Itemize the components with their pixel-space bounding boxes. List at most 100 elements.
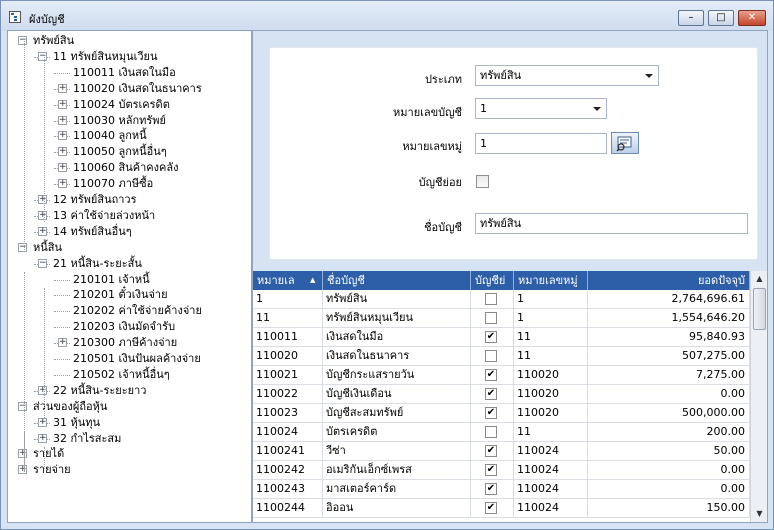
account-tree[interactable]: − ทรัพย์สิน −11 ทรัพย์สินหมุนเวียน 110011 เ… <box>7 30 252 523</box>
cell-sub-account: ✔ <box>471 499 514 517</box>
tree-item-label: 210501 เงินปันผลค้างจ่าย <box>73 352 201 365</box>
collapse-icon[interactable]: − <box>18 242 27 252</box>
table-row[interactable]: 1100243 มาสเตอร์คาร์ด ✔ 110024 0.00 <box>253 480 750 499</box>
expand-icon[interactable]: + <box>58 131 67 141</box>
account-name-field[interactable]: ทรัพย์สิน <box>475 213 748 234</box>
cell-sub-account <box>471 423 514 441</box>
expand-icon[interactable]: + <box>18 465 27 475</box>
table-row[interactable]: 110020 เงินสดในธนาคาร 11 507,275.00 <box>253 347 750 366</box>
tree-item[interactable]: −21 หนี้สิน-ระยะสั้น <box>8 256 251 272</box>
account-no-select[interactable]: 1 <box>475 98 607 119</box>
tree-item-label: 210201 ตั๋วเงินจ่าย <box>73 288 168 302</box>
cell-group-no: 110020 <box>514 366 588 384</box>
expand-icon[interactable]: + <box>38 210 47 220</box>
lookup-button[interactable] <box>611 132 639 154</box>
expand-icon[interactable]: + <box>58 163 67 173</box>
tree-item-label: 110070 ภาษีซื้อ <box>73 177 154 191</box>
tree-item-label: 22 หนี้สิน-ระยะยาว <box>53 383 147 397</box>
sub-account-checkbox[interactable]: ✔ <box>485 407 497 419</box>
tree-item[interactable]: − ทรัพย์สิน <box>8 33 251 49</box>
expand-icon[interactable]: + <box>58 83 67 93</box>
tree-guide-line <box>44 57 45 222</box>
cell-account-name: เงินสดในมือ <box>323 328 471 346</box>
table-row[interactable]: 1100241 วีซ่า ✔ 110024 50.00 <box>253 442 750 461</box>
account-name-label: ชื่อบัญชี <box>424 221 462 234</box>
expand-icon[interactable]: + <box>58 338 67 348</box>
close-button[interactable]: ✕ <box>738 10 766 26</box>
sub-account-checkbox[interactable]: ✔ <box>485 502 497 514</box>
sub-account-checkbox[interactable] <box>485 312 497 324</box>
sub-account-checkbox[interactable]: ✔ <box>485 483 497 495</box>
group-no-value: 1 <box>480 137 487 150</box>
expand-icon[interactable]: + <box>18 449 27 459</box>
maximize-button[interactable]: □ <box>708 10 734 26</box>
cell-group-no: 110020 <box>514 404 588 422</box>
tree-item-label: ทรัพย์สิน <box>33 34 75 47</box>
sub-account-checkbox[interactable]: ✔ <box>485 464 497 476</box>
cell-account-name: บัญชีสะสมทรัพย์ <box>323 404 471 422</box>
expand-icon[interactable]: + <box>58 179 67 189</box>
collapse-icon[interactable]: − <box>38 51 47 61</box>
sub-account-checkbox[interactable]: ✔ <box>485 369 497 381</box>
expand-icon[interactable]: + <box>38 385 47 395</box>
table-row[interactable]: 110021 บัญชีกระแสรายวัน ✔ 110020 7,275.00 <box>253 366 750 385</box>
column-header-balance[interactable]: ยอดปัจจุบั <box>588 271 750 290</box>
column-header-group-no[interactable]: หมายเลขหมู่ <box>514 271 588 290</box>
tree-item[interactable]: − หนี้สิน <box>8 240 251 256</box>
cell-group-no: 11 <box>514 347 588 365</box>
cell-account-name: วีซ่า <box>323 442 471 460</box>
cell-account-no: 110020 <box>253 347 323 365</box>
expand-icon[interactable]: + <box>38 226 47 236</box>
cell-account-name: อเมริกันเอ็กซ์เพรส <box>323 461 471 479</box>
cell-balance: 2,764,696.61 <box>588 290 750 308</box>
sub-account-checkbox[interactable] <box>485 350 497 362</box>
sub-account-checkbox[interactable] <box>476 175 489 188</box>
expand-icon[interactable]: + <box>38 417 47 427</box>
table-row[interactable]: 1100242 อเมริกันเอ็กซ์เพรส ✔ 110024 0.00 <box>253 461 750 480</box>
collapse-icon[interactable]: − <box>18 36 27 45</box>
table-row[interactable]: 11 ทรัพย์สินหมุนเวียน 1 1,554,646.20 <box>253 309 750 328</box>
column-header-account-no[interactable]: หมายเล ▲ <box>253 271 323 290</box>
tree-item[interactable]: +14 ทรัพย์สินอื่นๆ <box>8 224 251 240</box>
cell-account-no: 1100244 <box>253 499 323 517</box>
cell-account-no: 110021 <box>253 366 323 384</box>
table-row[interactable]: 110024 บัตรเครดิต 11 200.00 <box>253 423 750 442</box>
sub-account-checkbox[interactable]: ✔ <box>485 331 497 343</box>
table-row[interactable]: 110011 เงินสดในมือ ✔ 11 95,840.93 <box>253 328 750 347</box>
sub-account-checkbox[interactable]: ✔ <box>485 388 497 400</box>
sub-account-checkbox[interactable]: ✔ <box>485 445 497 457</box>
table-row[interactable]: 1100244 อิออน ✔ 110024 150.00 <box>253 499 750 518</box>
collapse-icon[interactable]: − <box>18 401 27 411</box>
tree-item-label: 110040 ลูกหนี้ <box>73 129 147 143</box>
scroll-up-button[interactable]: ▲ <box>752 271 767 287</box>
column-header-sub-account[interactable]: บัญชีย่ <box>471 271 514 290</box>
cell-sub-account: ✔ <box>471 461 514 479</box>
collapse-icon[interactable]: − <box>38 258 47 268</box>
scroll-down-button[interactable]: ▼ <box>752 506 767 522</box>
table-row[interactable]: 1 ทรัพย์สิน 1 2,764,696.61 <box>253 290 750 309</box>
table-row[interactable]: 110023 บัญชีสะสมทรัพย์ ✔ 110020 500,000.00 <box>253 404 750 423</box>
group-no-field[interactable]: 1 <box>475 133 607 154</box>
cell-sub-account <box>471 347 514 365</box>
tree-item[interactable]: 210101 เจ้าหนี้ <box>8 272 251 288</box>
expand-icon[interactable]: + <box>38 195 47 204</box>
sub-account-checkbox[interactable] <box>485 426 497 438</box>
cell-group-no: 11 <box>514 423 588 441</box>
expand-icon[interactable]: + <box>58 115 67 125</box>
cell-balance: 50.00 <box>588 442 750 460</box>
scroll-thumb[interactable] <box>753 288 766 330</box>
tree-connector <box>54 359 70 360</box>
minimize-button[interactable]: – <box>678 10 704 26</box>
type-select[interactable]: ทรัพย์สิน <box>475 65 659 86</box>
sub-account-checkbox[interactable] <box>485 293 497 305</box>
expand-icon[interactable]: + <box>38 433 47 443</box>
expand-icon[interactable]: + <box>58 147 67 157</box>
title-bar[interactable]: ผังบัญชี – □ ✕ <box>1 1 773 31</box>
grid-scrollbar[interactable]: ▲ ▼ <box>750 271 767 522</box>
tree-connector <box>54 327 70 329</box>
expand-icon[interactable]: + <box>58 99 67 109</box>
table-row[interactable]: 110022 บัญชีเงินเดือน ✔ 110020 0.00 <box>253 385 750 404</box>
tree-item[interactable]: +32 กำไรสะสม <box>8 431 251 447</box>
cell-group-no: 110020 <box>514 385 588 403</box>
column-header-account-name[interactable]: ชื่อบัญชี <box>323 271 471 290</box>
